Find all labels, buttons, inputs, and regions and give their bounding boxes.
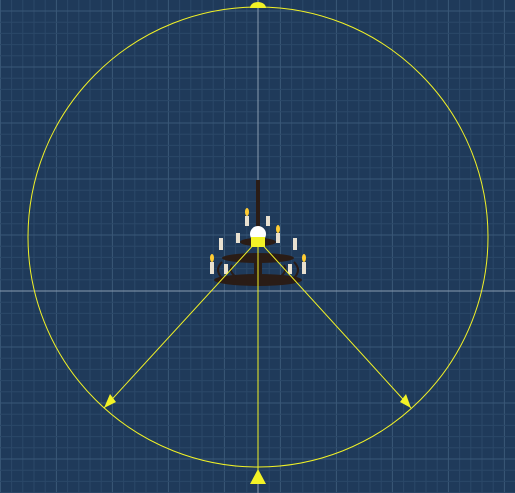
light-center-base: [251, 237, 265, 247]
scene-viewport[interactable]: [0, 0, 515, 493]
range-handle-icon[interactable]: [250, 469, 266, 484]
cone-edge-left: [103, 239, 259, 409]
angle-handle-icon[interactable]: [400, 394, 411, 408]
angle-handle-icon[interactable]: [104, 394, 116, 408]
range-handle-icon[interactable]: [250, 2, 266, 8]
cone-edge-right: [257, 239, 412, 409]
viewport-canvas[interactable]: [0, 0, 515, 493]
